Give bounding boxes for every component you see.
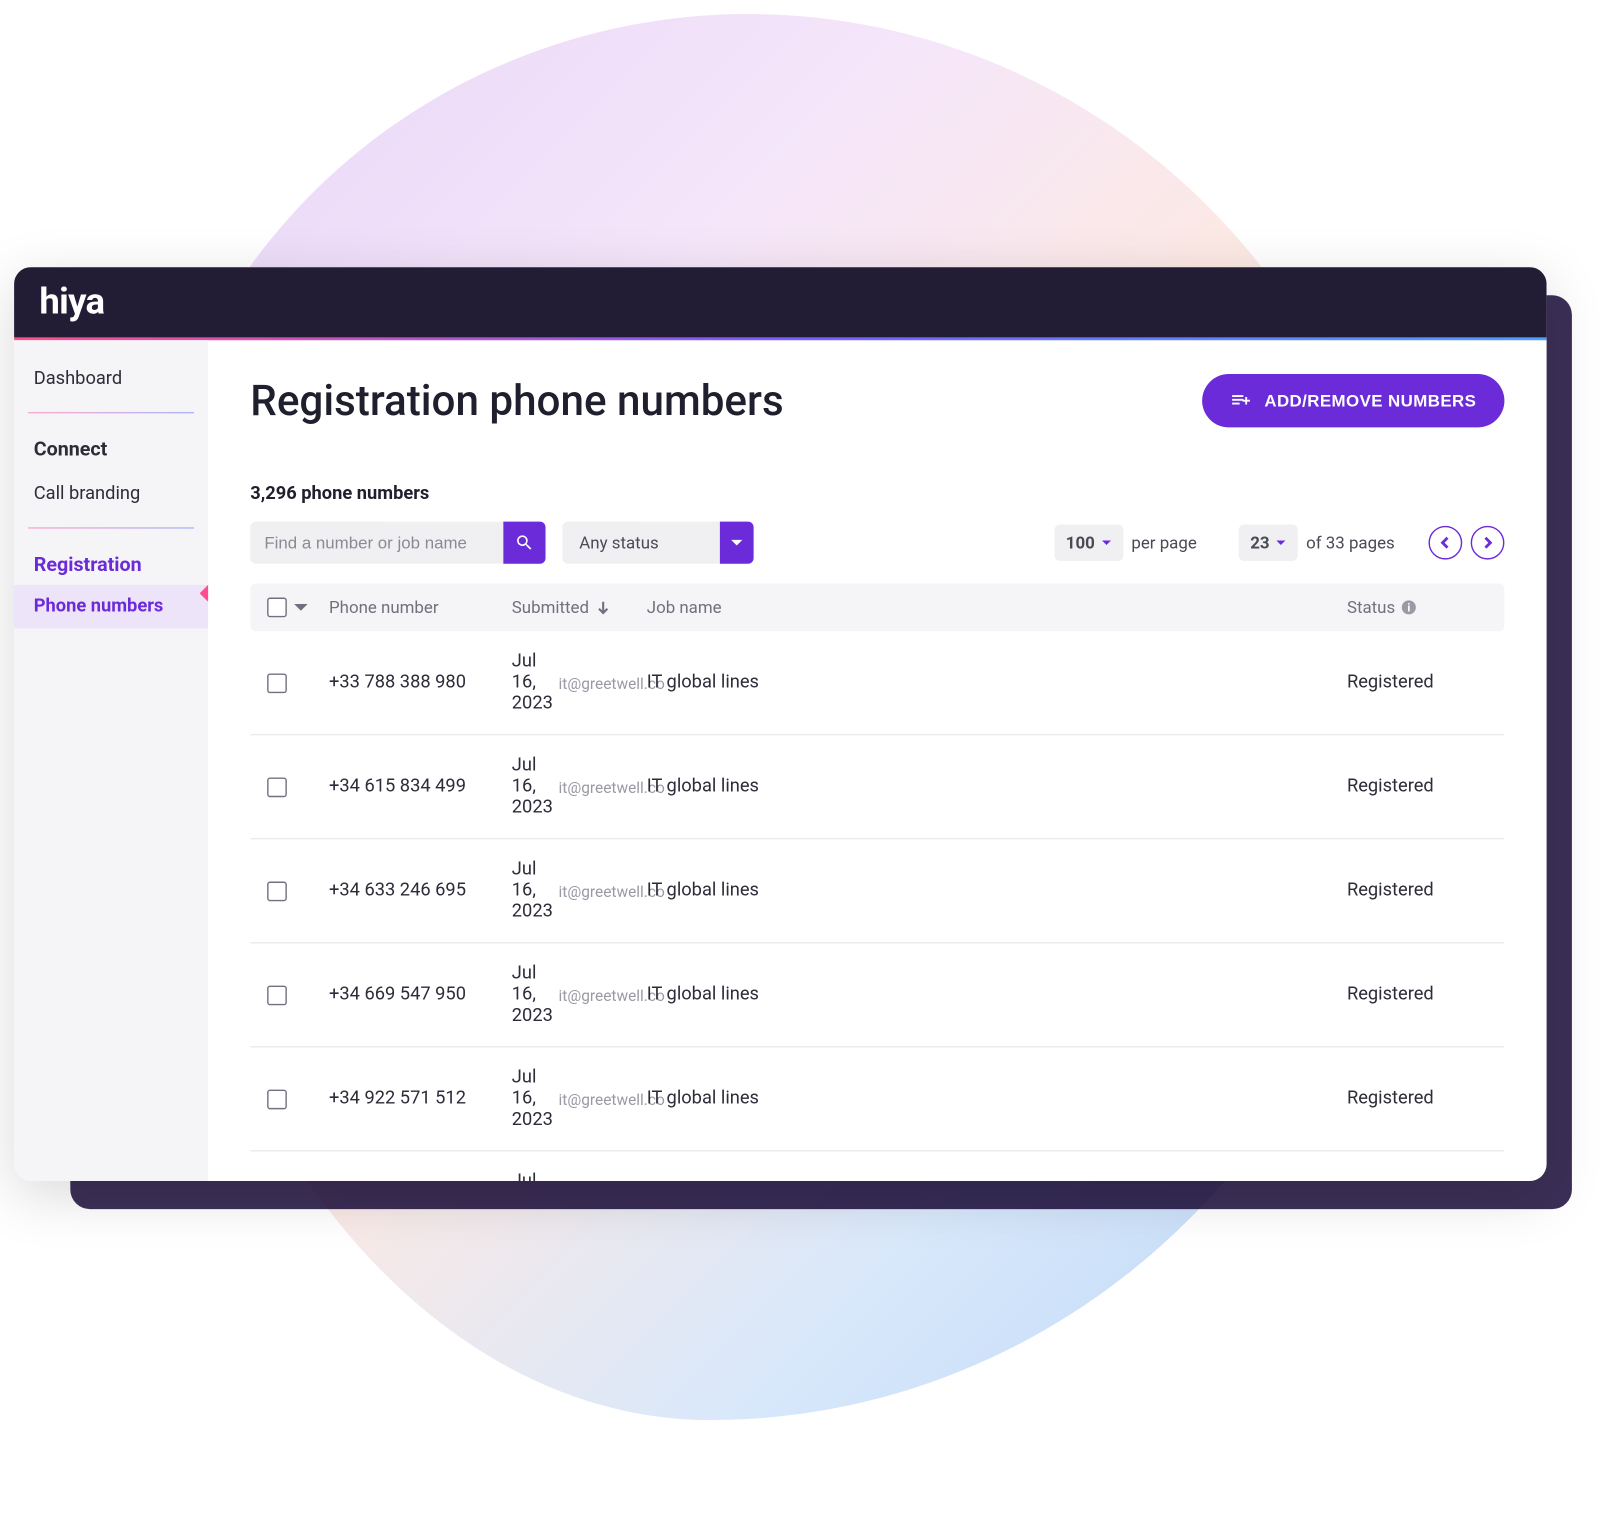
- per-page-value: 100: [1066, 533, 1095, 553]
- search-icon: [515, 533, 535, 553]
- row-checkbox[interactable]: [267, 777, 287, 797]
- cell-job: IT global lines: [647, 880, 1347, 901]
- sidebar-item-call-branding[interactable]: Call branding: [14, 470, 208, 519]
- search-input[interactable]: [250, 522, 503, 564]
- cell-submitted: Jul 16, 2023 it@greetwell.co: [512, 1171, 647, 1181]
- cell-phone: +34 633 246 695: [329, 880, 512, 901]
- sidebar-divider: [28, 412, 194, 413]
- search-button[interactable]: [503, 522, 545, 564]
- header-job[interactable]: Job name: [647, 598, 1347, 618]
- brand-logo: hiya: [39, 281, 104, 323]
- current-page-select[interactable]: 23: [1239, 524, 1298, 561]
- sidebar-heading-registration: Registration: [14, 537, 208, 585]
- row-checkbox[interactable]: [267, 881, 287, 901]
- header-submitted[interactable]: Submitted: [512, 598, 647, 618]
- sidebar-heading-connect: Connect: [14, 422, 208, 470]
- add-remove-numbers-button[interactable]: ADD/REMOVE NUMBERS: [1202, 374, 1504, 427]
- cell-job: IT global lines: [647, 776, 1347, 797]
- table-row[interactable]: +34 952 234 089 Jul 16, 2023 it@greetwel…: [250, 1152, 1504, 1182]
- status-dropdown-button[interactable]: [720, 522, 754, 564]
- titlebar: hiya: [14, 267, 1547, 337]
- row-checkbox[interactable]: [267, 985, 287, 1005]
- caret-down-icon: [730, 536, 744, 550]
- cell-job: IT global lines: [647, 672, 1347, 693]
- sidebar-item-phone-numbers[interactable]: Phone numbers: [14, 585, 208, 629]
- add-button-label: ADD/REMOVE NUMBERS: [1264, 391, 1476, 411]
- cell-submitted: Jul 16, 2023 it@greetwell.co: [512, 963, 647, 1026]
- sidebar-divider: [28, 527, 194, 528]
- cell-status: Registered: [1347, 880, 1488, 901]
- page-title: Registration phone numbers: [250, 376, 783, 425]
- cell-phone: +34 922 571 512: [329, 1088, 512, 1109]
- header-phone[interactable]: Phone number: [329, 598, 512, 618]
- table-row[interactable]: +34 922 571 512 Jul 16, 2023 it@greetwel…: [250, 1047, 1504, 1151]
- cell-status: Registered: [1347, 1088, 1488, 1109]
- playlist-add-icon: [1231, 389, 1253, 411]
- cell-phone: +34 669 547 950: [329, 984, 512, 1005]
- sidebar-item-dashboard[interactable]: Dashboard: [14, 354, 208, 403]
- per-page-label: per page: [1131, 533, 1196, 553]
- cell-submitted: Jul 16, 2023 it@greetwell.co: [512, 651, 647, 714]
- prev-page-button[interactable]: [1428, 526, 1462, 560]
- arrow-down-icon: [595, 599, 612, 616]
- select-all-checkbox[interactable]: [267, 598, 287, 618]
- cell-submitted: Jul 16, 2023 it@greetwell.co: [512, 755, 647, 818]
- per-page-select[interactable]: 100: [1055, 524, 1123, 561]
- cell-submitted: Jul 16, 2023 it@greetwell.co: [512, 1067, 647, 1130]
- table-row[interactable]: +34 615 834 499 Jul 16, 2023 it@greetwel…: [250, 735, 1504, 839]
- count-text: 3,296 phone numbers: [250, 484, 1504, 505]
- cell-status: Registered: [1347, 672, 1488, 693]
- current-page-value: 23: [1250, 533, 1269, 553]
- cell-status: Registered: [1347, 776, 1488, 797]
- row-checkbox[interactable]: [267, 1089, 287, 1109]
- table-header-row: Phone number Submitted Job name Status i: [250, 583, 1504, 631]
- table-row[interactable]: +34 633 246 695 Jul 16, 2023 it@greetwel…: [250, 839, 1504, 943]
- info-icon: i: [1401, 599, 1418, 616]
- table-row[interactable]: +33 788 388 980 Jul 16, 2023 it@greetwel…: [250, 631, 1504, 735]
- main-content: Registration phone numbers ADD/REMOVE NU…: [208, 340, 1547, 1181]
- cell-phone: +33 788 388 980: [329, 672, 512, 693]
- svg-text:i: i: [1408, 602, 1411, 615]
- row-checkbox[interactable]: [267, 673, 287, 693]
- sidebar: Dashboard Connect Call branding Registra…: [14, 340, 208, 1181]
- cell-job: IT global lines: [647, 1088, 1347, 1109]
- chevron-left-icon: [1438, 536, 1452, 550]
- caret-down-icon: [1100, 537, 1111, 548]
- caret-down-icon[interactable]: [292, 599, 309, 616]
- cell-job: IT global lines: [647, 984, 1347, 1005]
- table-row[interactable]: +34 669 547 950 Jul 16, 2023 it@greetwel…: [250, 943, 1504, 1047]
- status-filter[interactable]: Any status: [562, 522, 719, 564]
- phone-numbers-table: Phone number Submitted Job name Status i…: [250, 583, 1504, 1181]
- cell-status: Registered: [1347, 984, 1488, 1005]
- next-page-button[interactable]: [1471, 526, 1505, 560]
- cell-submitted: Jul 16, 2023 it@greetwell.co: [512, 859, 647, 922]
- caret-down-icon: [1275, 537, 1286, 548]
- of-pages-label: of 33 pages: [1306, 533, 1395, 553]
- cell-phone: +34 615 834 499: [329, 776, 512, 797]
- header-status[interactable]: Status i: [1347, 598, 1488, 618]
- app-window: hiya Dashboard Connect Call branding Reg…: [14, 267, 1547, 1181]
- chevron-right-icon: [1481, 536, 1495, 550]
